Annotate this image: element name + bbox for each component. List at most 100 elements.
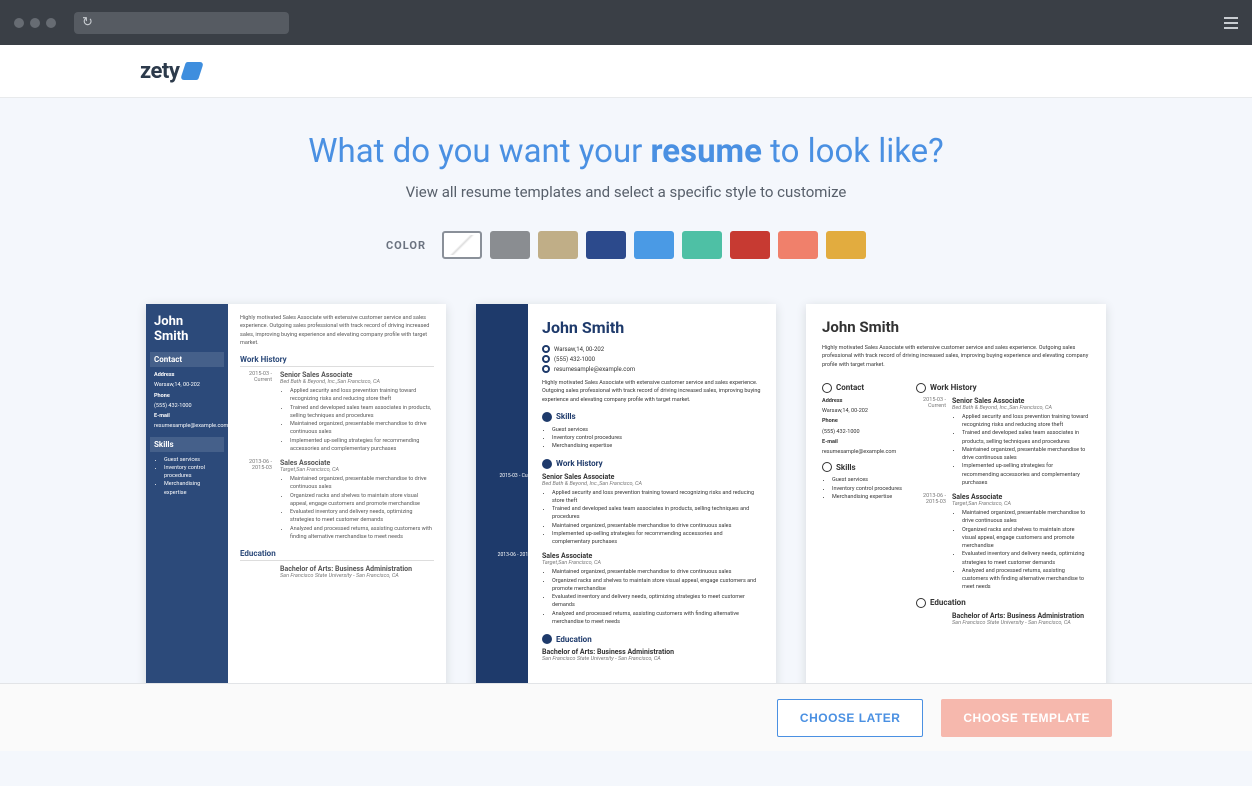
job-bullet: Analyzed and processed returns, assistin… <box>552 610 762 627</box>
job-block: 2013-06 - 2015-03Sales AssociateTarget,S… <box>542 552 762 626</box>
job-bullet: Analyzed and processed returns, assistin… <box>290 525 434 542</box>
headline-post: to look like? <box>762 132 944 171</box>
job-dates: 2015-03 - Current <box>916 397 946 409</box>
logo-text: zety <box>140 59 179 84</box>
location-icon <box>542 345 550 353</box>
t1-skills-h: Skills <box>150 437 224 452</box>
job-bullet: Organized racks and shelves to maintain … <box>290 492 434 509</box>
job-bullet: Maintained organized, presentable mercha… <box>290 475 434 492</box>
template-card-2[interactable]: John Smith Warsaw,14, 00-202 (555) 432-1… <box>476 304 776 696</box>
job-title: Sales Associate <box>952 493 1090 501</box>
skill-item: Merchandising expertise <box>164 480 220 497</box>
job-bullet: Trained and developed sales team associa… <box>290 404 434 421</box>
job-block: 2013-06 - 2015-03Sales AssociateTarget,S… <box>280 459 434 541</box>
job-bullet: Maintained organized, presentable mercha… <box>962 446 1090 463</box>
t3-edu-h: Education <box>916 598 1090 608</box>
work-icon <box>542 459 552 469</box>
minimize-dot[interactable] <box>30 18 40 28</box>
job-title: Senior Sales Associate <box>542 473 762 481</box>
skills-icon <box>822 462 832 472</box>
job-bullet: Implemented up-selling strategies for re… <box>552 530 762 547</box>
job-block: 2013-06 - 2015-03Sales AssociateTarget,S… <box>952 493 1090 592</box>
t3-work-h: Work History <box>916 383 1090 393</box>
color-picker: COLOR <box>0 231 1252 259</box>
page-title: What do you want your resume to look lik… <box>0 132 1252 171</box>
template-card-1[interactable]: John Smith Contact Address Warsaw,14, 00… <box>146 304 446 696</box>
skill-item: Inventory control procedures <box>832 485 902 493</box>
t3-skills-h: Skills <box>822 462 902 472</box>
url-bar[interactable]: ↻ <box>74 12 289 34</box>
t3-contact-h: Contact <box>822 383 902 393</box>
job-bullet: Applied security and loss prevention tra… <box>552 489 762 506</box>
job-bullet: Applied security and loss prevention tra… <box>290 387 434 404</box>
job-bullet: Implemented up-selling strategies for re… <box>290 437 434 454</box>
job-company: Target,San Francisco, CA <box>280 467 434 473</box>
t1-name: John Smith <box>154 314 220 344</box>
job-title: Senior Sales Associate <box>280 371 434 379</box>
color-swatch[interactable] <box>442 231 482 259</box>
email-icon <box>542 365 550 373</box>
job-bullet: Analyzed and processed returns, assistin… <box>962 567 1090 592</box>
color-swatch[interactable] <box>490 231 530 259</box>
work-icon <box>916 383 926 393</box>
job-company: Target,San Francisco, CA <box>952 501 1090 507</box>
color-swatch[interactable] <box>826 231 866 259</box>
color-swatch[interactable] <box>538 231 578 259</box>
job-block: 2015-03 - CurrentSenior Sales AssociateB… <box>280 371 434 453</box>
job-bullet: Maintained organized, presentable mercha… <box>552 568 762 576</box>
window-controls[interactable] <box>14 18 56 28</box>
skill-item: Merchandising expertise <box>832 493 902 501</box>
color-swatch[interactable] <box>634 231 674 259</box>
skill-item: Guest services <box>164 456 220 464</box>
skill-item: Guest services <box>832 476 902 484</box>
skill-item: Inventory control procedures <box>552 434 762 442</box>
reload-icon[interactable]: ↻ <box>82 15 93 30</box>
job-bullet: Applied security and loss prevention tra… <box>962 413 1090 430</box>
browser-chrome: ↻ <box>0 0 1252 45</box>
template-grid: John Smith Contact Address Warsaw,14, 00… <box>0 304 1252 696</box>
phone-icon <box>542 355 550 363</box>
color-swatch[interactable] <box>682 231 722 259</box>
job-title: Senior Sales Associate <box>952 397 1090 405</box>
skill-item: Guest services <box>552 426 762 434</box>
close-dot[interactable] <box>14 18 24 28</box>
edu-icon <box>542 634 552 644</box>
job-dates: 2013-06 - 2015-03 <box>916 493 946 505</box>
job-bullet: Trained and developed sales team associa… <box>962 429 1090 446</box>
job-bullet: Trained and developed sales team associa… <box>552 505 762 522</box>
color-swatch[interactable] <box>778 231 818 259</box>
t2-edu-h: Education <box>542 634 762 644</box>
job-bullet: Evaluated inventory and delivery needs, … <box>290 508 434 525</box>
t1-work-h: Work History <box>240 355 434 367</box>
job-block: 2015-03 - CurrentSenior Sales AssociateB… <box>952 397 1090 487</box>
choose-template-button[interactable]: CHOOSE TEMPLATE <box>941 699 1112 737</box>
choose-later-button[interactable]: CHOOSE LATER <box>777 699 923 737</box>
job-bullet: Maintained organized, presentable mercha… <box>962 509 1090 526</box>
job-company: Target,San Francisco, CA <box>542 560 762 566</box>
job-dates: 2015-03 - Current <box>242 371 272 383</box>
headline-bold: resume <box>651 132 762 171</box>
job-bullet: Implemented up-selling strategies for re… <box>962 462 1090 487</box>
headline-pre: What do you want your <box>308 132 650 171</box>
edu-icon <box>916 598 926 608</box>
t2-skills-h: Skills <box>542 412 762 422</box>
t3-name: John Smith <box>822 318 1090 336</box>
app-header: zety <box>0 45 1252 98</box>
logo-mark-icon <box>180 62 204 80</box>
hamburger-icon[interactable] <box>1224 17 1238 29</box>
job-block: 2015-03 - CurrentSenior Sales AssociateB… <box>542 473 762 547</box>
maximize-dot[interactable] <box>46 18 56 28</box>
logo[interactable]: zety <box>140 59 201 84</box>
page-subtitle: View all resume templates and select a s… <box>0 183 1252 201</box>
t2-work-h: Work History <box>542 459 762 469</box>
job-bullet: Maintained organized, presentable mercha… <box>290 420 434 437</box>
t2-name: John Smith <box>542 318 762 337</box>
template-card-3[interactable]: John Smith Highly motivated Sales Associ… <box>806 304 1106 696</box>
job-title: Sales Associate <box>542 552 762 560</box>
job-dates: 2015-03 - Current <box>494 473 538 479</box>
color-swatch[interactable] <box>730 231 770 259</box>
job-bullet: Evaluated inventory and delivery needs, … <box>962 550 1090 567</box>
skill-item: Merchandising expertise <box>552 442 762 450</box>
color-swatch[interactable] <box>586 231 626 259</box>
job-company: Bed Bath & Beyond, Inc.,San Francisco, C… <box>952 405 1090 411</box>
